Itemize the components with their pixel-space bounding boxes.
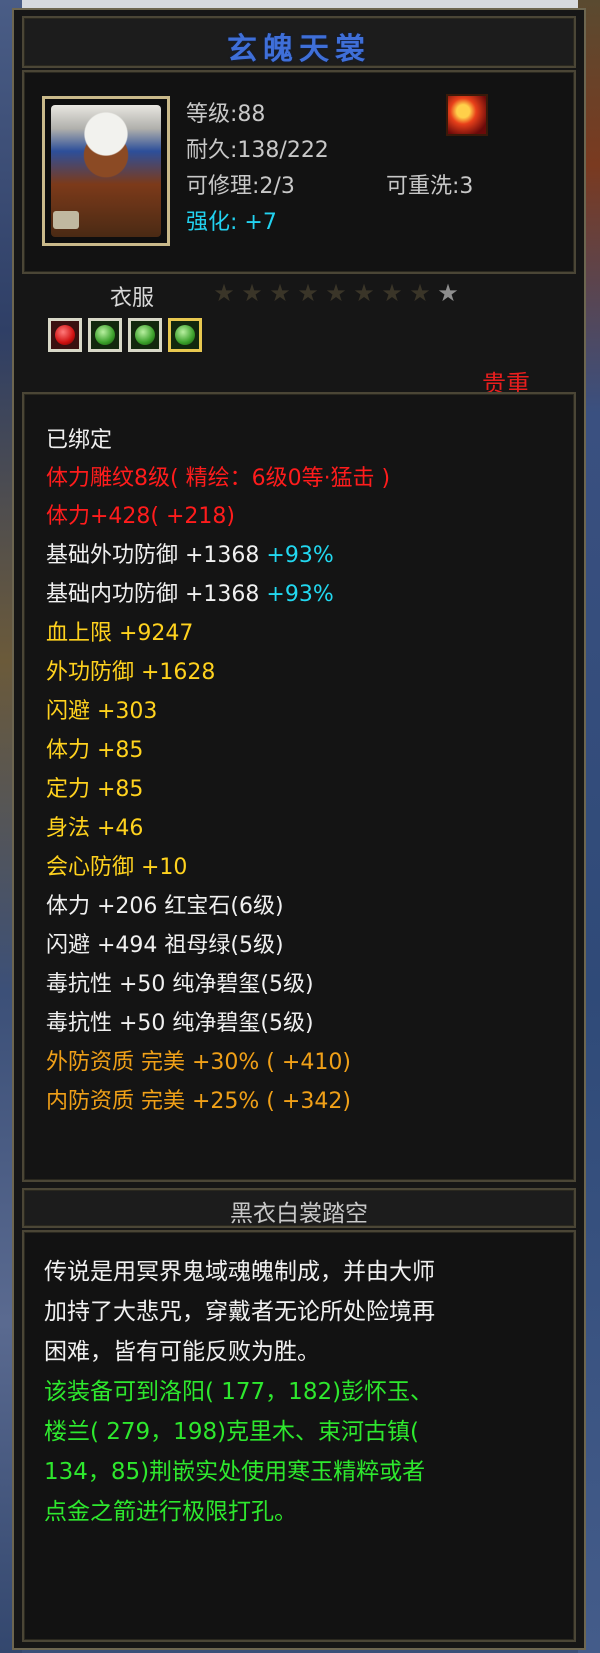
- bag-icon: [53, 211, 79, 229]
- set-bar: 黑衣白裳踏空: [22, 1188, 576, 1228]
- item-tooltip: 玄魄天裳 等级:88 耐久:138/222 可修理:2/3 可重洗:3 强化: …: [12, 8, 586, 1650]
- crit-def-attr: 会心防御 +10: [46, 855, 188, 880]
- star-icon: ★: [437, 279, 459, 307]
- stamina-attr: 体力 +85: [46, 738, 144, 763]
- item-name: 玄魄天裳: [227, 32, 371, 67]
- gem-stamina-attr: 体力 +206 红宝石(6级): [46, 894, 284, 919]
- item-level: 等级:88: [186, 102, 266, 127]
- green-gem-icon[interactable]: [88, 318, 122, 352]
- item-info-panel: 等级:88 耐久:138/222 可修理:2/3 可重洗:3 强化: +7: [22, 70, 576, 274]
- engrave-attr: 体力雕纹8级( 精绘：6级0等·猛击 ): [46, 466, 391, 491]
- lore-line: 加持了大悲咒，穿戴者无论所处险境再: [44, 1299, 435, 1325]
- star-icon: ★: [269, 279, 291, 307]
- background-top: [0, 0, 600, 8]
- gem-slots: [48, 318, 202, 352]
- base-outer-def-attr: 基础外功防御 +1368 +93%: [46, 537, 334, 569]
- star-icon: ★: [213, 279, 235, 307]
- red-gem-icon[interactable]: [48, 318, 82, 352]
- agility-attr: 身法 +46: [46, 816, 144, 841]
- attribute-panel: 已绑定 体力雕纹8级( 精绘：6级0等·猛击 ) 体力+428( +218) 基…: [22, 392, 576, 1182]
- star-icon: ★: [325, 279, 347, 307]
- hint-line: 该装备可到洛阳( 177，182)彭怀玉、: [44, 1379, 434, 1405]
- item-durability: 耐久:138/222: [186, 138, 329, 163]
- hint-line: 134，85)荆嵌实处使用寒玉精粹或者: [44, 1459, 426, 1485]
- hint-line: 楼兰( 279，198)克里木、束河古镇(: [44, 1419, 420, 1445]
- star-icon: ★: [409, 279, 431, 307]
- green-gem-icon[interactable]: [168, 318, 202, 352]
- star-rating: ★ ★ ★ ★ ★ ★ ★ ★ ★: [210, 280, 462, 306]
- focus-attr: 定力 +85: [46, 777, 144, 802]
- base-inner-def-attr: 基础内功防御 +1368 +93%: [46, 576, 334, 608]
- item-repairable: 可修理:2/3: [186, 174, 295, 199]
- base-outer-def-value: 基础外功防御 +1368: [46, 543, 260, 568]
- gem-poison-attr: 毒抗性 +50 纯净碧玺(5级): [46, 1011, 314, 1036]
- set-name: 黑衣白裳踏空: [230, 1201, 368, 1227]
- inner-quality-attr: 内防资质 完美 +25% ( +342): [46, 1089, 351, 1114]
- bound-status: 已绑定: [46, 428, 113, 453]
- gem-dodge-attr: 闪避 +494 祖母绿(5级): [46, 933, 284, 958]
- hint-line: 点金之箭进行极限打孔。: [44, 1499, 297, 1525]
- base-outer-def-percent: +93%: [266, 543, 334, 568]
- item-type: 衣服: [110, 286, 155, 311]
- description-panel: 传说是用冥界鬼域魂魄制成，并由大师 加持了大悲咒，穿戴者无论所处险境再 困难，皆…: [22, 1230, 576, 1642]
- base-inner-def-percent: +93%: [266, 582, 334, 607]
- title-bar: 玄魄天裳: [22, 16, 576, 68]
- lore-line: 困难，皆有可能反败为胜。: [44, 1339, 320, 1365]
- base-inner-def-value: 基础内功防御 +1368: [46, 582, 260, 607]
- item-rewash: 可重洗:3: [386, 174, 474, 199]
- item-enhance: 强化: +7: [186, 210, 277, 235]
- hp-attr: 血上限 +9247: [46, 621, 194, 646]
- flame-badge-icon: [446, 94, 488, 136]
- outer-def-attr: 外功防御 +1628: [46, 660, 216, 685]
- dodge-attr: 闪避 +303: [46, 699, 158, 724]
- star-icon: ★: [381, 279, 403, 307]
- star-icon: ★: [353, 279, 375, 307]
- star-icon: ★: [241, 279, 263, 307]
- outer-quality-attr: 外防资质 完美 +30% ( +410): [46, 1050, 351, 1075]
- green-gem-icon[interactable]: [128, 318, 162, 352]
- lore-line: 传说是用冥界鬼域魂魄制成，并由大师: [44, 1259, 435, 1285]
- stamina-bonus-attr: 体力+428( +218): [46, 504, 236, 529]
- item-icon-frame[interactable]: [42, 96, 170, 246]
- star-icon: ★: [297, 279, 319, 307]
- gem-poison-attr: 毒抗性 +50 纯净碧玺(5级): [46, 972, 314, 997]
